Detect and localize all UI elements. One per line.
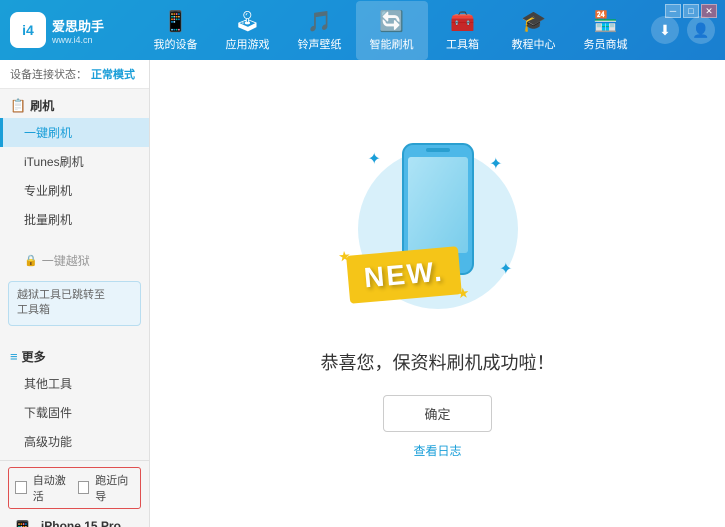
sidebar-item-itunes-flash[interactable]: iTunes刷机 — [0, 147, 149, 176]
nav-apps-icon: 🕹 — [235, 9, 260, 34]
nav-ringtones[interactable]: 🎵 铃声壁纸 — [284, 1, 356, 60]
sidebar-item-pro-flash[interactable]: 专业刷机 — [0, 176, 149, 205]
maximize-button[interactable]: □ — [683, 4, 699, 18]
lock-icon: 🔒 — [24, 254, 38, 267]
status-bar: 设备连接状态： 正常模式 — [0, 60, 149, 89]
sparkle-1: ✦ — [368, 149, 381, 169]
guide-activate-checkbox[interactable] — [78, 481, 90, 494]
nav-merchant-icon: 🏪 — [593, 9, 618, 34]
nav-apps-games[interactable]: 🕹 应用游戏 — [212, 1, 284, 60]
sidebar-bottom: 自动激活 跑近向导 📱 iPhone 15 Pro Max 512GB iPho… — [0, 460, 149, 527]
sidebar-item-batch-flash[interactable]: 批量刷机 — [0, 205, 149, 234]
header-actions: ⬇ 👤 — [651, 16, 715, 44]
sidebar: 设备连接状态： 正常模式 📋 刷机 一键刷机 iTunes刷机 专业刷机 批量刷… — [0, 60, 150, 527]
main-content: ✦ ✦ ✦ NEW. 恭喜您，保资料刷机成功啦！ 确定 查看日志 — [150, 60, 725, 527]
flash-section-icon: 📋 — [10, 98, 26, 114]
logo-text: 爱思助手 www.i4.cn — [52, 16, 104, 45]
auto-activate-row: 自动激活 跑近向导 — [8, 467, 141, 509]
app-logo: i4 爱思助手 www.i4.cn — [10, 12, 130, 48]
new-badge: NEW. — [346, 246, 461, 304]
success-illustration: ✦ ✦ ✦ NEW. — [348, 129, 528, 329]
nav-device-icon: 📱 — [163, 9, 188, 34]
device-info: 📱 iPhone 15 Pro Max 512GB iPhone — [8, 515, 141, 527]
jailbreak-notice: 越狱工具已跳转至 工具箱 — [8, 281, 141, 326]
nav-my-device[interactable]: 📱 我的设备 — [140, 1, 212, 60]
sidebar-item-download-firmware[interactable]: 下载固件 — [0, 398, 149, 427]
sidebar-item-other-tools[interactable]: 其他工具 — [0, 369, 149, 398]
sidebar-item-advanced[interactable]: 高级功能 — [0, 427, 149, 456]
sidebar-item-jailbreak: 🔒 一键越狱 — [0, 246, 149, 275]
nav-ringtone-icon: 🎵 — [307, 9, 332, 34]
user-button[interactable]: 👤 — [687, 16, 715, 44]
nav-merchant[interactable]: 🏪 务员商城 — [570, 1, 642, 60]
device-phone-icon: 📱 — [10, 519, 35, 527]
download-button[interactable]: ⬇ — [651, 16, 679, 44]
nav-tutorial-icon: 🎓 — [521, 9, 546, 34]
more-section: ≡ 更多 其他工具 下载固件 高级功能 — [0, 340, 149, 460]
sparkle-2: ✦ — [489, 154, 502, 174]
nav-smart-flash[interactable]: 🔄 智能刷机 — [356, 1, 428, 60]
minimize-button[interactable]: ─ — [665, 4, 681, 18]
nav-toolbox-icon: 🧰 — [450, 9, 475, 34]
flash-section: 📋 刷机 一键刷机 iTunes刷机 专业刷机 批量刷机 — [0, 89, 149, 238]
nav-bar: 📱 我的设备 🕹 应用游戏 🎵 铃声壁纸 🔄 智能刷机 🧰 工具箱 🎓 — [130, 1, 651, 60]
success-message: 恭喜您，保资料刷机成功啦！ — [321, 349, 555, 375]
more-section-header: ≡ 更多 — [0, 344, 149, 369]
logo-icon: i4 — [10, 12, 46, 48]
device-details: iPhone 15 Pro Max 512GB iPhone — [41, 519, 139, 527]
nav-tutorials[interactable]: 🎓 教程中心 — [498, 1, 570, 60]
nav-toolbox[interactable]: 🧰 工具箱 — [428, 1, 498, 60]
nav-flash-icon: 🔄 — [379, 9, 404, 34]
more-icon: ≡ — [10, 349, 18, 364]
sidebar-item-one-key-flash[interactable]: 一键刷机 — [0, 118, 149, 147]
flash-section-header: 📋 刷机 — [0, 93, 149, 118]
log-link[interactable]: 查看日志 — [413, 442, 461, 459]
sparkle-3: ✦ — [499, 259, 512, 279]
confirm-button[interactable]: 确定 — [383, 395, 491, 432]
auto-activate-checkbox[interactable] — [15, 481, 27, 494]
close-button[interactable]: ✕ — [701, 4, 717, 18]
